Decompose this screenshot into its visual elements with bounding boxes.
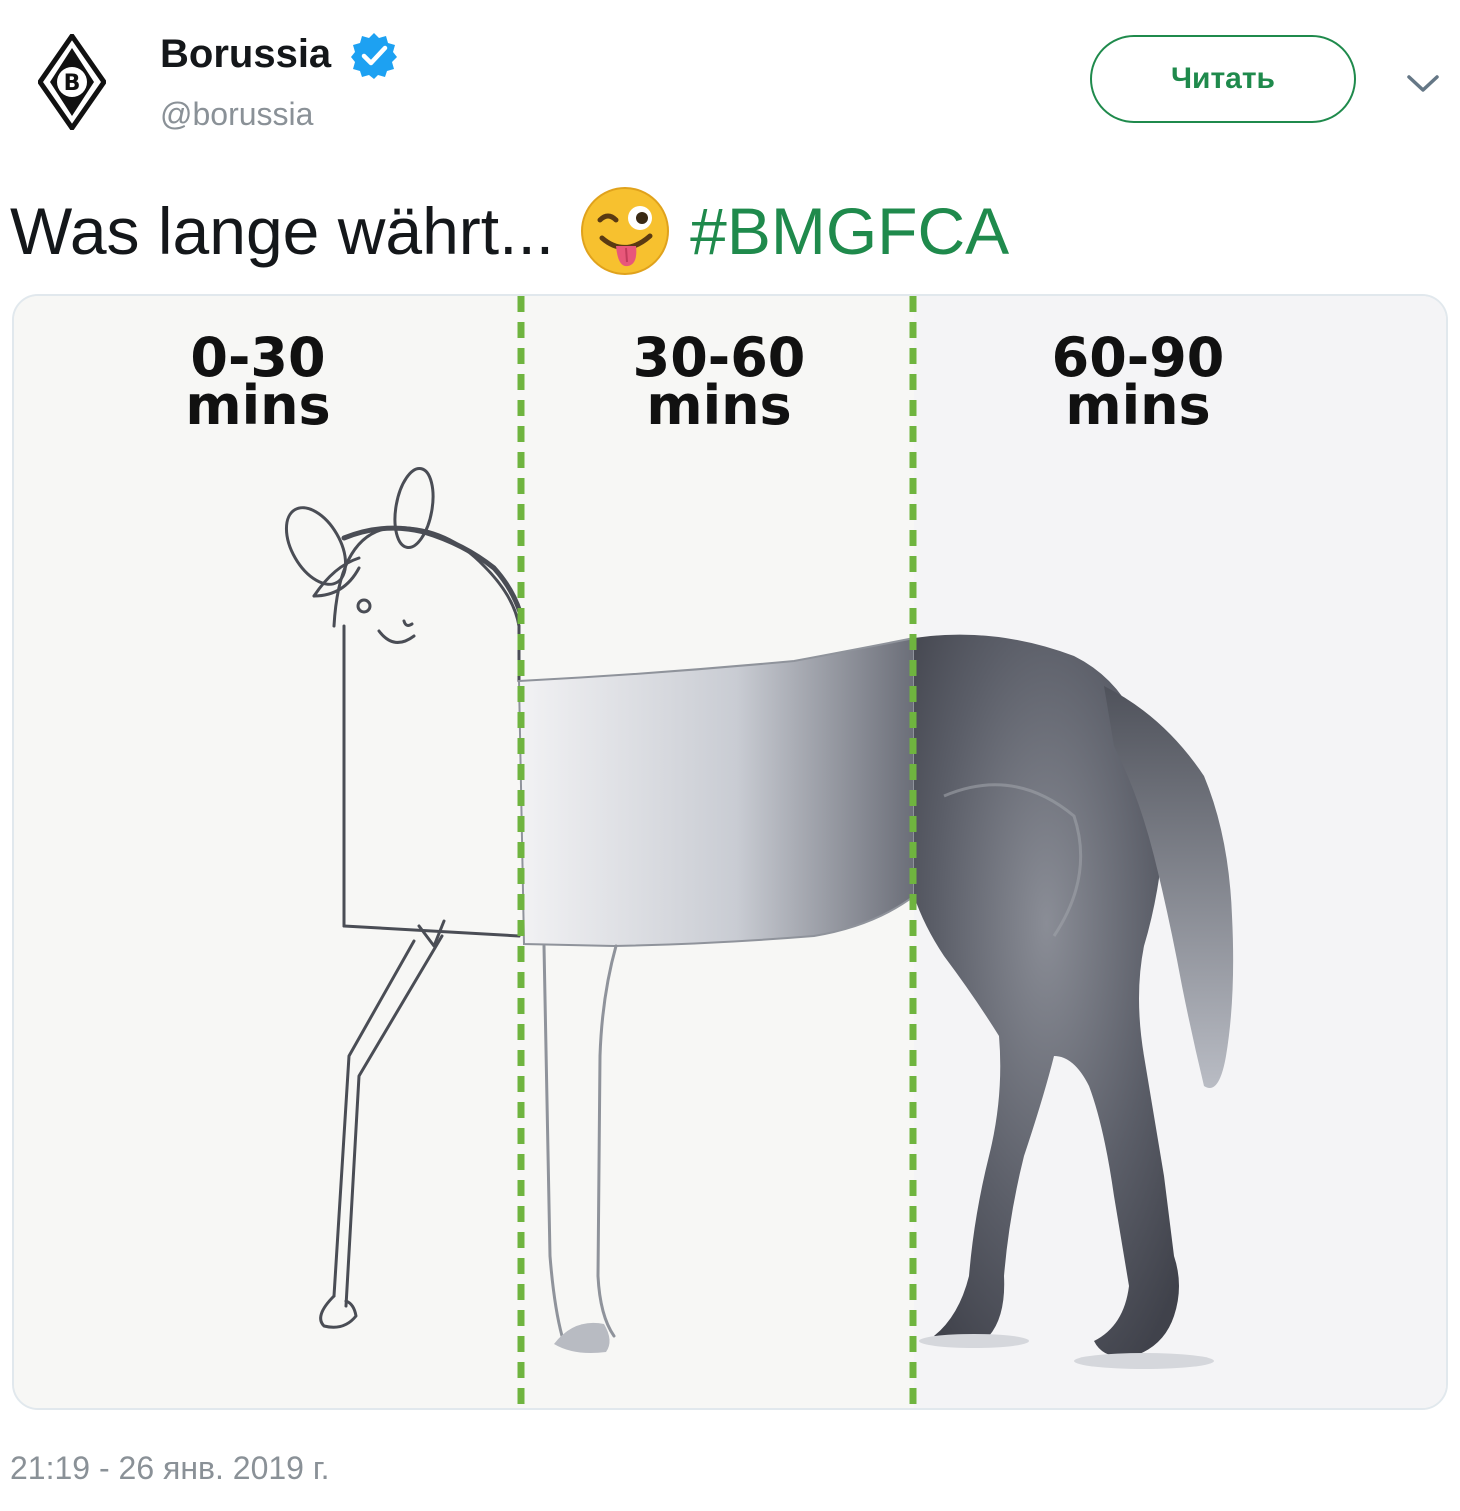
svg-text:B: B bbox=[64, 71, 81, 96]
tweet-body-text: Was lange währt... bbox=[10, 194, 555, 268]
winking-face-with-tongue-icon bbox=[581, 187, 670, 275]
segment-label-second: 30-60 mins bbox=[569, 331, 869, 437]
tweet-timestamp[interactable]: 21:19 - 26 янв. 2019 г. bbox=[10, 1448, 330, 1488]
club-crest-icon: B bbox=[36, 31, 108, 133]
display-name[interactable]: Borussia bbox=[160, 30, 331, 78]
segment-label-third: 60-90 mins bbox=[988, 331, 1288, 437]
horse-drawing-illustration bbox=[14, 296, 1446, 1408]
tweet-card: B Borussia @borussia Читать Was lange wä… bbox=[0, 0, 1460, 1511]
chevron-down-icon bbox=[1407, 75, 1439, 92]
segment-unit: mins bbox=[1065, 374, 1211, 437]
hashtag-link[interactable]: #BMGFCA bbox=[690, 186, 1009, 276]
segment-unit: mins bbox=[185, 374, 331, 437]
user-handle[interactable]: @borussia bbox=[160, 94, 313, 134]
segment-label-first: 0-30 mins bbox=[108, 331, 408, 437]
tweet-text: Was lange währt... #BMGFCA bbox=[10, 186, 1009, 276]
verified-badge-icon bbox=[351, 33, 397, 79]
tweet-media-image[interactable]: 0-30 mins 30-60 mins 60-90 mins bbox=[12, 294, 1448, 1410]
segment-unit: mins bbox=[646, 374, 792, 437]
avatar[interactable]: B bbox=[36, 31, 108, 133]
more-options-button[interactable] bbox=[1398, 62, 1448, 106]
follow-button[interactable]: Читать bbox=[1090, 35, 1356, 123]
